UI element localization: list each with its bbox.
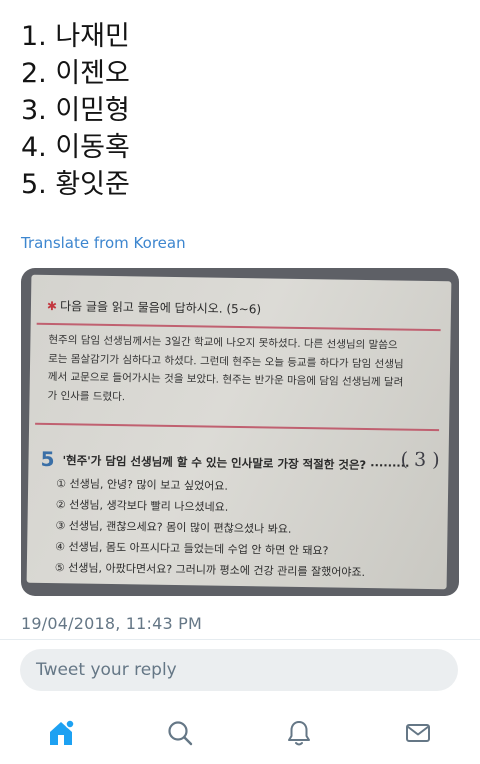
question-number: 5 [40,446,55,472]
divider [0,639,480,640]
tweet-line: 5. 황잇준 [21,169,130,200]
bullet-icon: ✱ [46,298,58,314]
search-icon [168,721,193,746]
bottom-tab-bar [0,710,480,764]
home-icon [50,719,75,745]
answer-option: ⑤ 선생님, 아팠다면서요? 그러니까 평소에 건강 관리를 잘했어야죠. [54,561,366,579]
tweet-line: 4. 이동혹 [21,132,130,163]
tweet-line: 2. 이젠오 [21,58,130,89]
tab-notifications[interactable] [284,718,314,748]
translate-link[interactable]: Translate from Korean [21,234,186,252]
tab-messages[interactable] [403,718,433,748]
divider-rule [35,422,440,432]
reply-input[interactable]: Tweet your reply [20,649,458,691]
exercise-header-text: 다음 글을 읽고 물음에 답하시오. (5~6) [59,299,262,317]
textbook-page: ✱ 다음 글을 읽고 물음에 답하시오. (5~6) 현주의 담임 선생님께서는 … [26,274,452,590]
tweet-line: 3. 이믿형 [21,95,130,126]
exercise-header: ✱ 다음 글을 읽고 물음에 답하시오. (5~6) [47,297,261,317]
divider-rule [36,322,441,332]
tweet-timestamp: 19/04/2018, 11:43 PM [21,614,203,633]
tab-search[interactable] [165,718,195,748]
tweet-line: 1. 나재민 [21,21,130,52]
reading-passage: 현주의 담임 선생님께서는 3일간 학교에 나오지 못하셨다. 다른 선생님의 … [47,331,446,411]
tab-home[interactable] [46,718,76,748]
tweet-text: 1. 나재민 2. 이젠오 3. 이믿형 4. 이동혹 5. 황잇준 [21,18,130,203]
messages-envelope-icon [406,724,430,742]
notifications-bell-icon [288,721,310,746]
answer-options: ① 선생님, 안녕? 많이 보고 싶었어요. ② 선생님, 생각보다 빨리 나으… [55,473,367,583]
handwritten-answer: ( 3 ) [400,448,440,472]
question-text: '현주'가 담임 선생님께 할 수 있는 인사말로 가장 적절한 것은? ···… [62,453,410,473]
tweet-photo[interactable]: ✱ 다음 글을 읽고 물음에 답하시오. (5~6) 현주의 담임 선생님께서는 … [21,268,459,596]
